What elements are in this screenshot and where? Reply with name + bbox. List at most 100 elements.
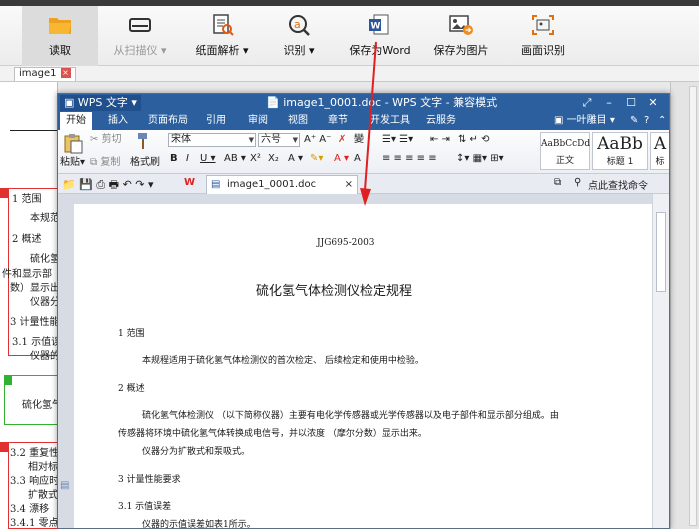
cut-button[interactable]: ✂ 剪切 (90, 133, 122, 147)
side-tool-icon[interactable]: ▤ (60, 480, 69, 491)
orig-line: 3 计量性能 (10, 317, 58, 328)
tab-insert[interactable]: 插入 (106, 112, 130, 130)
recognize-button[interactable]: a 识别 ▾ (264, 6, 334, 66)
image-tab-strip: image1 × (0, 66, 699, 82)
copy-button[interactable]: ⧉ 复制 (90, 156, 120, 170)
account-menu[interactable]: ▣ 一叶雕目 ▾ (552, 112, 617, 130)
skin-icon[interactable]: ✎ (628, 112, 640, 130)
document-analysis-icon (210, 14, 234, 36)
grow-font-button[interactable]: A⁺ A⁻ (304, 133, 331, 147)
font-size-select[interactable]: 六号 ▼ (258, 133, 300, 147)
style-sample: AaBbCcDd (541, 139, 591, 149)
wps-app-name: WPS 文字 (77, 96, 128, 109)
screen-recognize-label: 画面识别 (521, 44, 565, 57)
document-scrollbar[interactable] (652, 194, 669, 528)
tab-page-layout[interactable]: 页面布局 (146, 112, 190, 130)
style-heading-2[interactable]: A 标 (650, 132, 669, 170)
wps-w-icon[interactable]: W (184, 177, 195, 188)
command-search[interactable]: 点此查找命令 (588, 177, 648, 192)
indent-buttons[interactable]: ⇤ ⇥ (430, 133, 450, 147)
table-marker (4, 375, 12, 385)
style-name: 标题 1 (606, 157, 634, 167)
close-window-icon[interactable]: ✕ (646, 96, 660, 110)
tab-view[interactable]: 视图 (286, 112, 310, 130)
tab-references[interactable]: 引用 (204, 112, 228, 130)
outer-scrollbar[interactable] (689, 86, 697, 526)
bullets-button[interactable]: ☰▾ ☰▾ (382, 133, 413, 147)
ribbon-collapse-icon[interactable]: ⌃ (656, 112, 668, 130)
quick-access-icons[interactable]: 📁 💾 ⎙ 🖶 ↶ ↷ ▾ (62, 176, 154, 195)
paste-icon[interactable] (62, 132, 84, 154)
panel-toggle-icon[interactable]: ⧉ (554, 177, 561, 188)
tab-chapter[interactable]: 章节 (326, 112, 350, 130)
orig-line: 硫化氢 (30, 254, 58, 265)
doc-line: 传感器将环境中硫化氢气体转换成电信号，并以浓度 （摩尔分数）显示出来。 (118, 429, 427, 439)
doc-title: 硫化氢气体检测仪检定规程 (256, 284, 413, 299)
scrollbar-thumb[interactable] (656, 212, 666, 292)
page-parse-label: 纸面解析 ▾ (195, 44, 249, 57)
read-button[interactable]: 读取 (22, 6, 98, 66)
style-normal[interactable]: AaBbCcDd 正文 (540, 132, 590, 170)
help-icon[interactable]: ? (642, 112, 651, 130)
paste-button[interactable]: 粘贴▾ (60, 156, 85, 170)
style-sample: AaBb (597, 134, 643, 154)
clear-format-button[interactable]: ✗ (338, 133, 346, 147)
underline-button[interactable]: U ▾ (200, 152, 216, 166)
from-scanner-button[interactable]: 从扫描仪 ▾ (104, 6, 176, 66)
orig-line: 仪器分 (30, 297, 58, 308)
orig-line: 3.4.1 零点 (10, 518, 58, 529)
orig-line: 仪器的 (30, 351, 58, 362)
save-as-image-button[interactable]: 保存为图片 (426, 6, 496, 66)
tab-start[interactable]: 开始 (60, 112, 92, 130)
orig-line: 3.3 响应时 (10, 476, 58, 487)
style-name: 正文 (555, 156, 574, 166)
image-tab[interactable]: image1 × (14, 67, 76, 81)
window-title: 📄 image1_0001.doc - WPS 文字 - 兼容模式 (266, 96, 497, 110)
original-image-panel: 1 范围 本规范 2 概述 硫化氢 件和显示部 数）显示出 仪器分 3 计量性能… (0, 82, 58, 529)
maximize-icon[interactable]: ☐ (624, 96, 638, 110)
chevron-down-icon: ▼ (292, 136, 298, 144)
right-panel-edge (670, 82, 699, 529)
folder-icon (48, 14, 72, 36)
text-marker-2 (0, 442, 8, 452)
paste-label: 粘贴 (60, 157, 80, 168)
subscript-button[interactable]: X₂ (268, 152, 279, 166)
bold-button[interactable]: B (170, 152, 178, 166)
svg-text:a: a (294, 18, 301, 31)
restore-icon[interactable]: ⤢ (580, 96, 594, 110)
text-effect-button[interactable]: A ▾ (288, 152, 303, 166)
tab-review[interactable]: 审阅 (246, 112, 270, 130)
font-color-button[interactable]: A ▾ (334, 152, 349, 166)
image-tab-label: image1 (19, 68, 57, 79)
page-parse-button[interactable]: 纸面解析 ▾ (184, 6, 260, 66)
format-painter-button[interactable]: 格式刷 (130, 156, 160, 170)
highlight-button[interactable]: ✎▾ (310, 152, 323, 166)
doc-line: 本规程适用于硫化氢气体检测仪的首次检定、 后续检定和使用中检验。 (142, 356, 424, 366)
strikethrough-button[interactable]: AB ▾ (224, 152, 246, 166)
document-tab[interactable]: ▤ image1_0001.doc × (206, 175, 358, 194)
font-name-select[interactable]: 宋体 ▼ (168, 133, 256, 147)
document-page[interactable]: JJG695-2003 硫化氢气体检测仪检定规程 1 范围 本规程适用于硫化氢气… (74, 204, 652, 528)
style-heading-1[interactable]: AaBb 标题 1 (592, 132, 648, 170)
screen-capture-icon (531, 14, 555, 36)
doc-line: 仪器分为扩散式和泵吸式。 (142, 447, 251, 457)
orig-line: 扩散式 (28, 490, 58, 501)
format-painter-icon[interactable] (134, 132, 152, 150)
doc-line: 3 计量性能要求 (118, 475, 181, 485)
superscript-button[interactable]: X² (250, 152, 261, 166)
tab-cloud[interactable]: 云服务 (424, 112, 458, 130)
minimize-icon[interactable]: – (602, 96, 616, 110)
sort-button[interactable]: ⇅ ↵ ⟲ (458, 133, 490, 147)
save-as-word-button[interactable]: W 保存为Word (340, 6, 420, 66)
align-buttons[interactable]: ≡ ≡ ≡ ≡ ≡ (382, 152, 437, 166)
close-doc-icon[interactable]: × (345, 176, 353, 194)
read-label: 读取 (49, 44, 71, 57)
orig-line: 3.1 示值误 (12, 337, 58, 348)
close-tab-icon[interactable]: × (60, 68, 71, 78)
document-area: JJG695-2003 硫化氢气体检测仪检定规程 1 范围 本规程适用于硫化氢气… (58, 194, 669, 528)
line-spacing-button[interactable]: ↕▾ ▦▾ ⊞▾ (456, 152, 504, 166)
screen-recognize-button[interactable]: 画面识别 (510, 6, 576, 66)
italic-button[interactable]: I (186, 152, 189, 166)
orig-line: 1 范围 (12, 194, 42, 205)
wps-app-menu-button[interactable]: ▣ WPS 文字 ▾ (60, 95, 141, 111)
